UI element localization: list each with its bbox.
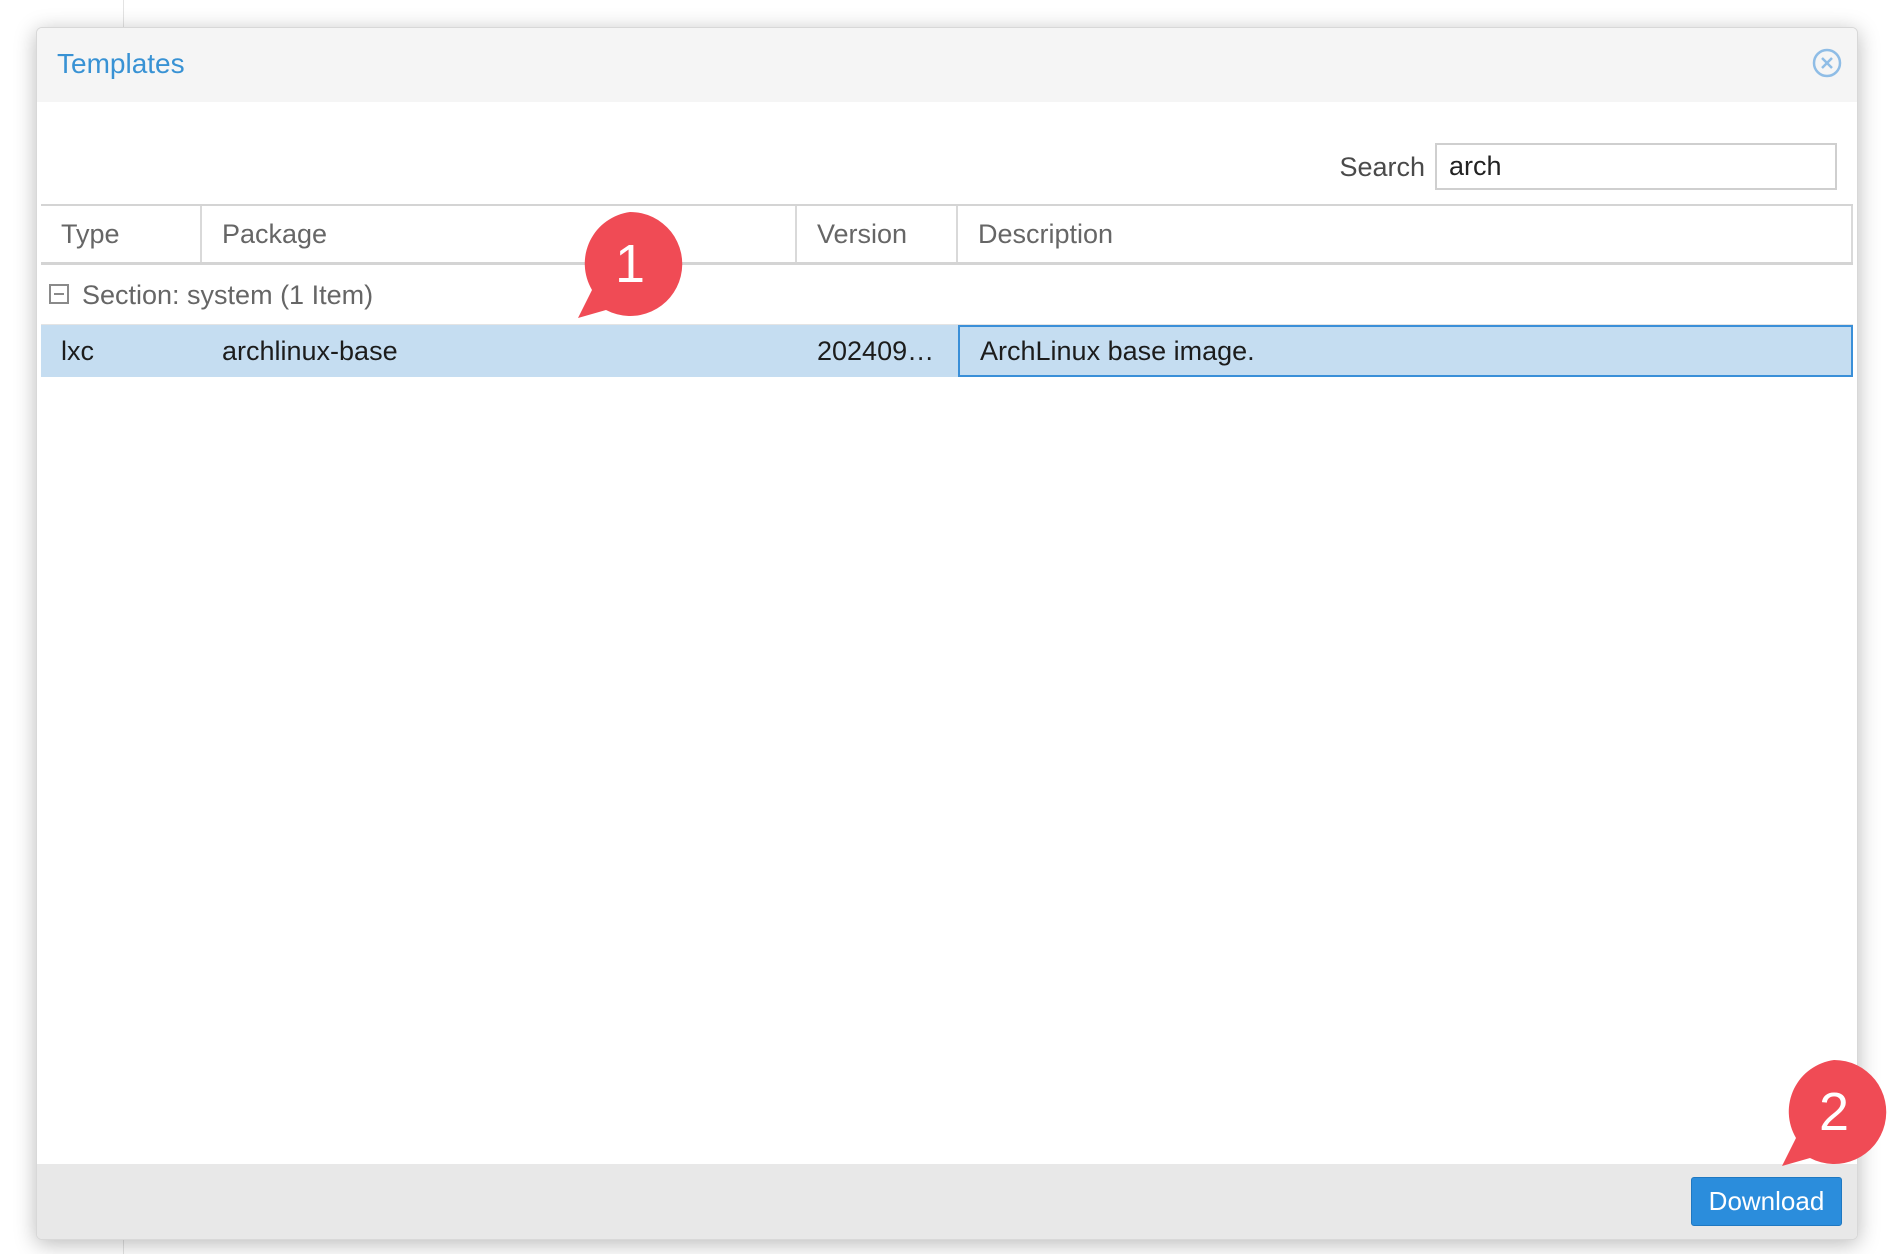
search-label: Search xyxy=(1339,152,1425,182)
page: Templates Search Type Package Version De… xyxy=(0,0,1900,1254)
search-input[interactable] xyxy=(1435,143,1837,190)
column-header-version[interactable]: Version xyxy=(797,206,958,262)
step-callout-1: 1 xyxy=(576,210,684,322)
column-header-package[interactable]: Package xyxy=(202,206,797,262)
dialog-header: Templates xyxy=(37,28,1857,102)
callout-number: 2 xyxy=(1818,1082,1850,1142)
cell-version: 202409… xyxy=(817,336,935,366)
table-row[interactable]: lxc archlinux-base 202409… ArchLinux bas… xyxy=(41,325,1853,377)
dialog-title: Templates xyxy=(57,48,185,79)
callout-number: 1 xyxy=(614,234,646,294)
collapse-minus-icon[interactable] xyxy=(49,284,69,304)
column-header-type[interactable]: Type xyxy=(41,206,202,262)
cell-type: lxc xyxy=(61,336,94,366)
group-row-system[interactable]: Section: system (1 Item) xyxy=(41,265,1853,325)
download-button[interactable]: Download xyxy=(1691,1177,1842,1226)
step-callout-2: 2 xyxy=(1780,1058,1888,1170)
templates-grid: Type Package Version Description Section… xyxy=(41,204,1853,1164)
dialog-footer: Download xyxy=(37,1164,1857,1239)
column-header-description[interactable]: Description xyxy=(958,206,1853,262)
grid-header: Type Package Version Description xyxy=(41,204,1853,265)
group-label: Section: system (1 Item) xyxy=(82,280,374,310)
cell-description: ArchLinux base image. xyxy=(958,325,1853,377)
templates-dialog: Templates Search Type Package Version De… xyxy=(36,27,1858,1240)
cell-package: archlinux-base xyxy=(222,336,398,366)
close-icon[interactable] xyxy=(1812,48,1842,78)
toolbar: Search xyxy=(37,102,1857,204)
